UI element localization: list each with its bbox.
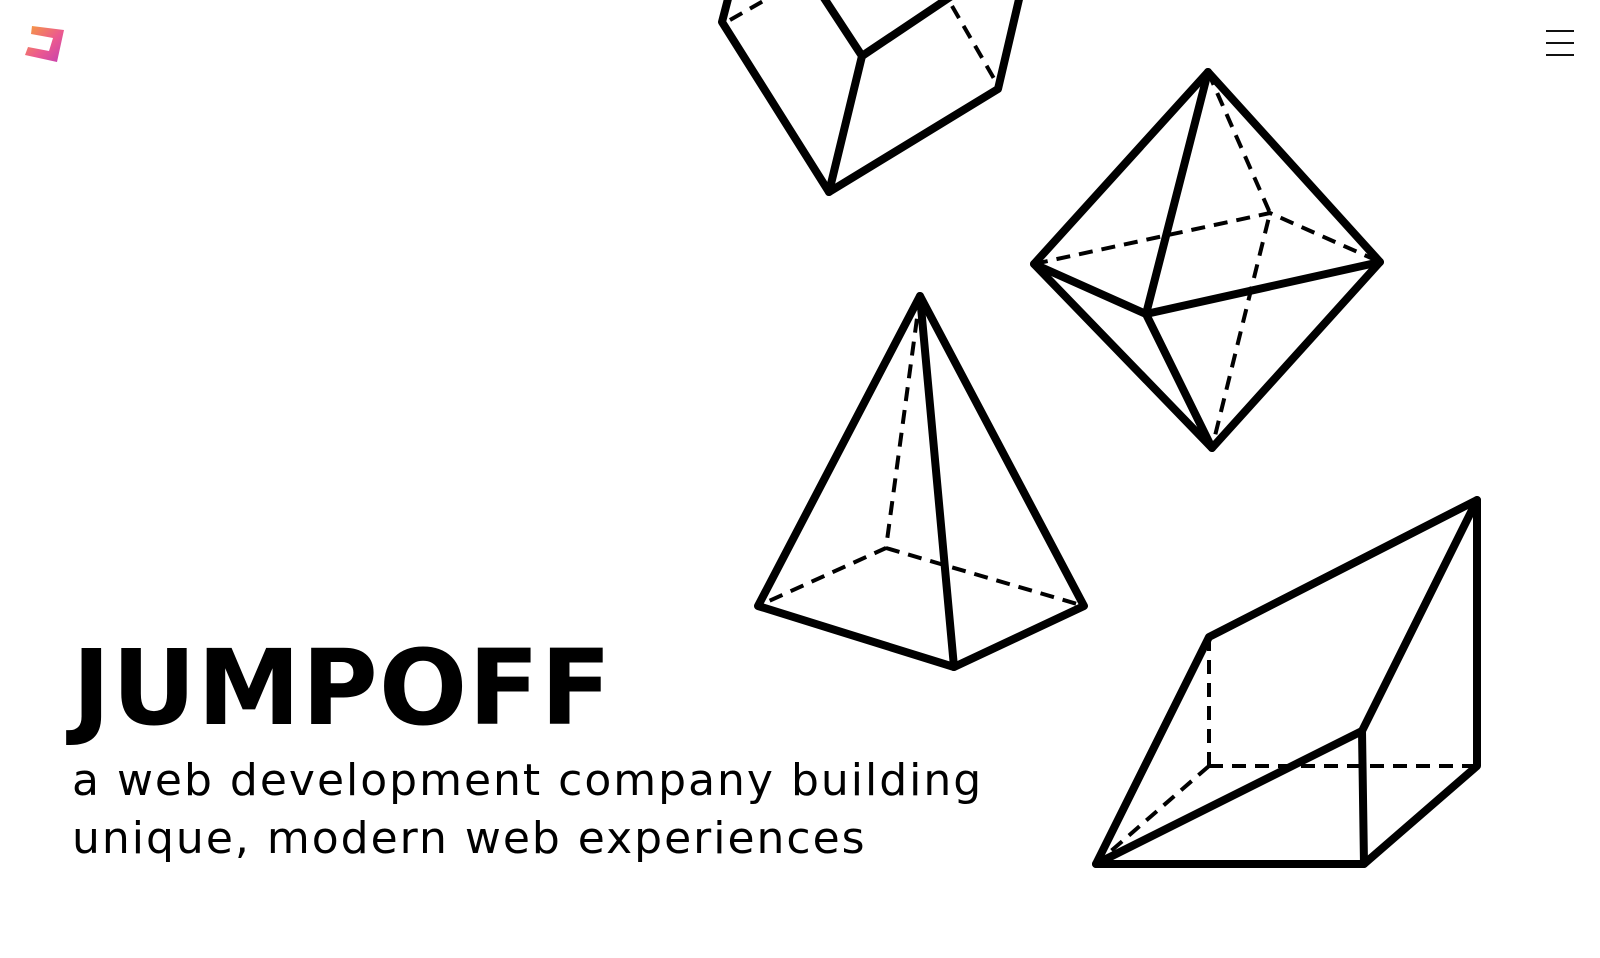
pyramid-icon bbox=[754, 292, 1088, 671]
brand-tagline: a web development company building uniqu… bbox=[72, 755, 984, 864]
brand-title: JUMPOFF bbox=[72, 627, 613, 749]
prism-icon bbox=[1092, 496, 1481, 868]
hero-section: JUMPOFF a web development company buildi… bbox=[72, 636, 1072, 868]
octahedron-icon bbox=[1030, 68, 1384, 452]
cube-icon bbox=[718, 0, 1023, 196]
